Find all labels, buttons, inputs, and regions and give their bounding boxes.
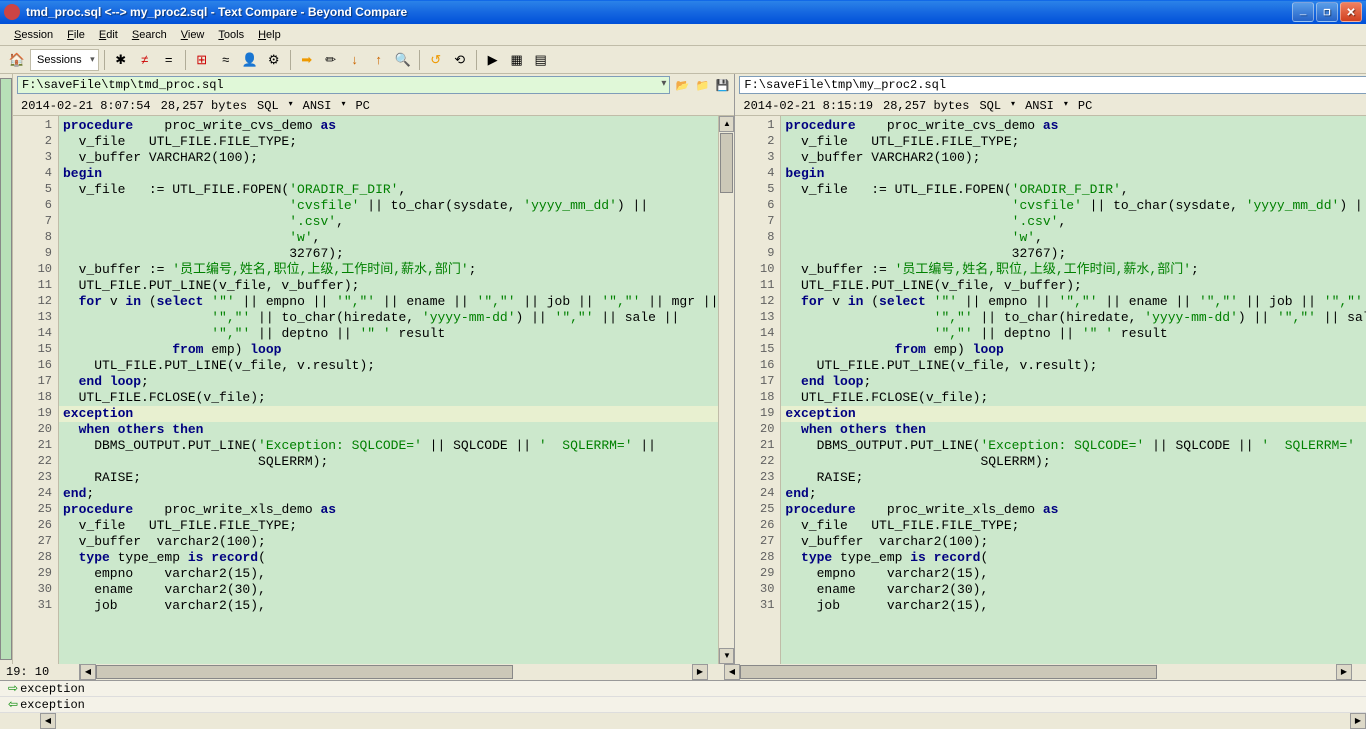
sessions-dropdown[interactable]: Sessions xyxy=(30,49,99,71)
format-button[interactable]: ⚙ xyxy=(263,49,285,71)
overview-map[interactable] xyxy=(0,78,12,660)
toolbar: 🏠 Sessions ✱ ≠ = ⊞ ≈ 👤 ⚙ ➡ ✏ ↓ ↑ 🔍 ↺ ⟲ ▶… xyxy=(0,46,1366,74)
menu-tools[interactable]: Tools xyxy=(212,27,250,43)
find-button[interactable]: 🔍 xyxy=(392,49,414,71)
left-bytes: 28,257 bytes xyxy=(161,99,247,113)
titlebar: tmd_proc.sql <--> my_proc2.sql - Text Co… xyxy=(0,0,1366,24)
reload-button[interactable]: ⟲ xyxy=(449,49,471,71)
window-title: tmd_proc.sql <--> my_proc2.sql - Text Co… xyxy=(26,5,1290,19)
menu-help[interactable]: Help xyxy=(252,27,287,43)
hscroll-track-left[interactable] xyxy=(96,664,692,680)
swap-button[interactable]: ↺ xyxy=(425,49,447,71)
right-format: PC xyxy=(1078,99,1092,113)
edit-button[interactable]: ✏ xyxy=(320,49,342,71)
right-code[interactable]: procedure proc_write_cvs_demo as v_file … xyxy=(781,116,1366,664)
left-date: 2014-02-21 8:07:54 xyxy=(21,99,151,113)
bottom-scroll-left[interactable]: ◀ xyxy=(40,713,56,729)
right-encoding[interactable]: ANSI xyxy=(1025,99,1068,113)
home-button[interactable]: 🏠 xyxy=(6,49,28,71)
save-left-icon[interactable]: 💾 xyxy=(714,77,730,93)
minimize-button[interactable]: _ xyxy=(1292,2,1314,22)
menu-view[interactable]: View xyxy=(175,27,211,43)
prev-diff-button[interactable]: ↑ xyxy=(368,49,390,71)
minor-button[interactable]: ≈ xyxy=(215,49,237,71)
menu-session[interactable]: Session xyxy=(8,27,59,43)
right-gutter: 1234567891011121314151617181920212223242… xyxy=(735,116,781,664)
copy-right-button[interactable]: ➡ xyxy=(296,49,318,71)
all-button[interactable]: ✱ xyxy=(110,49,132,71)
hscroll-left[interactable]: ◀ xyxy=(80,664,96,680)
diff-detail: ⇨exception ⇦exception ◀ ▶ xyxy=(0,680,1366,729)
menu-file[interactable]: File xyxy=(61,27,91,43)
right-date: 2014-02-21 8:15:19 xyxy=(743,99,873,113)
main-area: F:\saveFile\tmp\tmd_proc.sql 📂 📁 💾 2014-… xyxy=(0,74,1366,664)
cursor-position: 19: 10 xyxy=(0,664,80,680)
next-diff-button[interactable]: ↓ xyxy=(344,49,366,71)
right-path-input[interactable]: F:\saveFile\tmp\my_proc2.sql xyxy=(739,76,1366,94)
right-status-row: 2014-02-21 8:15:19 28,257 bytes SQL ANSI… xyxy=(735,96,1366,116)
layout2-button[interactable]: ▤ xyxy=(530,49,552,71)
menubar: Session File Edit Search View Tools Help xyxy=(0,24,1366,46)
diff-row-left: ⇨exception xyxy=(0,681,1366,697)
right-pane: F:\saveFile\tmp\my_proc2.sql 📂 📁 💾 2014-… xyxy=(735,74,1366,664)
hscroll-right2[interactable]: ▶ xyxy=(1336,664,1352,680)
hscroll-track-right[interactable] xyxy=(740,664,1336,680)
diff-button[interactable]: ≠ xyxy=(134,49,156,71)
close-button[interactable]: ✕ xyxy=(1340,2,1362,22)
hscroll-left2[interactable]: ◀ xyxy=(724,664,740,680)
bottom-scroll-right[interactable]: ▶ xyxy=(1350,713,1366,729)
right-lang[interactable]: SQL xyxy=(979,99,1015,113)
left-status-row: 2014-02-21 8:07:54 28,257 bytes SQL ANSI… xyxy=(13,96,734,116)
app-icon xyxy=(4,4,20,20)
hscroll-row: 19: 10 ◀ ▶ ◀ ▶ xyxy=(0,664,1366,680)
left-pane: F:\saveFile\tmp\tmd_proc.sql 📂 📁 💾 2014-… xyxy=(13,74,735,664)
left-format: PC xyxy=(355,99,369,113)
left-lang[interactable]: SQL xyxy=(257,99,293,113)
open-left-icon[interactable]: 📂 xyxy=(674,77,690,93)
maximize-button[interactable]: ❐ xyxy=(1316,2,1338,22)
overview-strip[interactable] xyxy=(0,74,13,664)
context-button[interactable]: ⊞ xyxy=(191,49,213,71)
browse-left-icon[interactable]: 📁 xyxy=(694,77,710,93)
left-encoding[interactable]: ANSI xyxy=(303,99,346,113)
rules-button[interactable]: 👤 xyxy=(239,49,261,71)
right-bytes: 28,257 bytes xyxy=(883,99,969,113)
left-gutter: 1234567891011121314151617181920212223242… xyxy=(13,116,59,664)
diff-row-right: ⇦exception xyxy=(0,697,1366,713)
left-code[interactable]: procedure proc_write_cvs_demo as v_file … xyxy=(59,116,718,664)
same-button[interactable]: = xyxy=(158,49,180,71)
menu-edit[interactable]: Edit xyxy=(93,27,124,43)
hscroll-right[interactable]: ▶ xyxy=(692,664,708,680)
menu-search[interactable]: Search xyxy=(126,27,173,43)
expand-button[interactable]: ▶ xyxy=(482,49,504,71)
left-path-input[interactable]: F:\saveFile\tmp\tmd_proc.sql xyxy=(17,76,670,94)
left-vscroll[interactable]: ▲▼ xyxy=(718,116,734,664)
layout-button[interactable]: ▦ xyxy=(506,49,528,71)
